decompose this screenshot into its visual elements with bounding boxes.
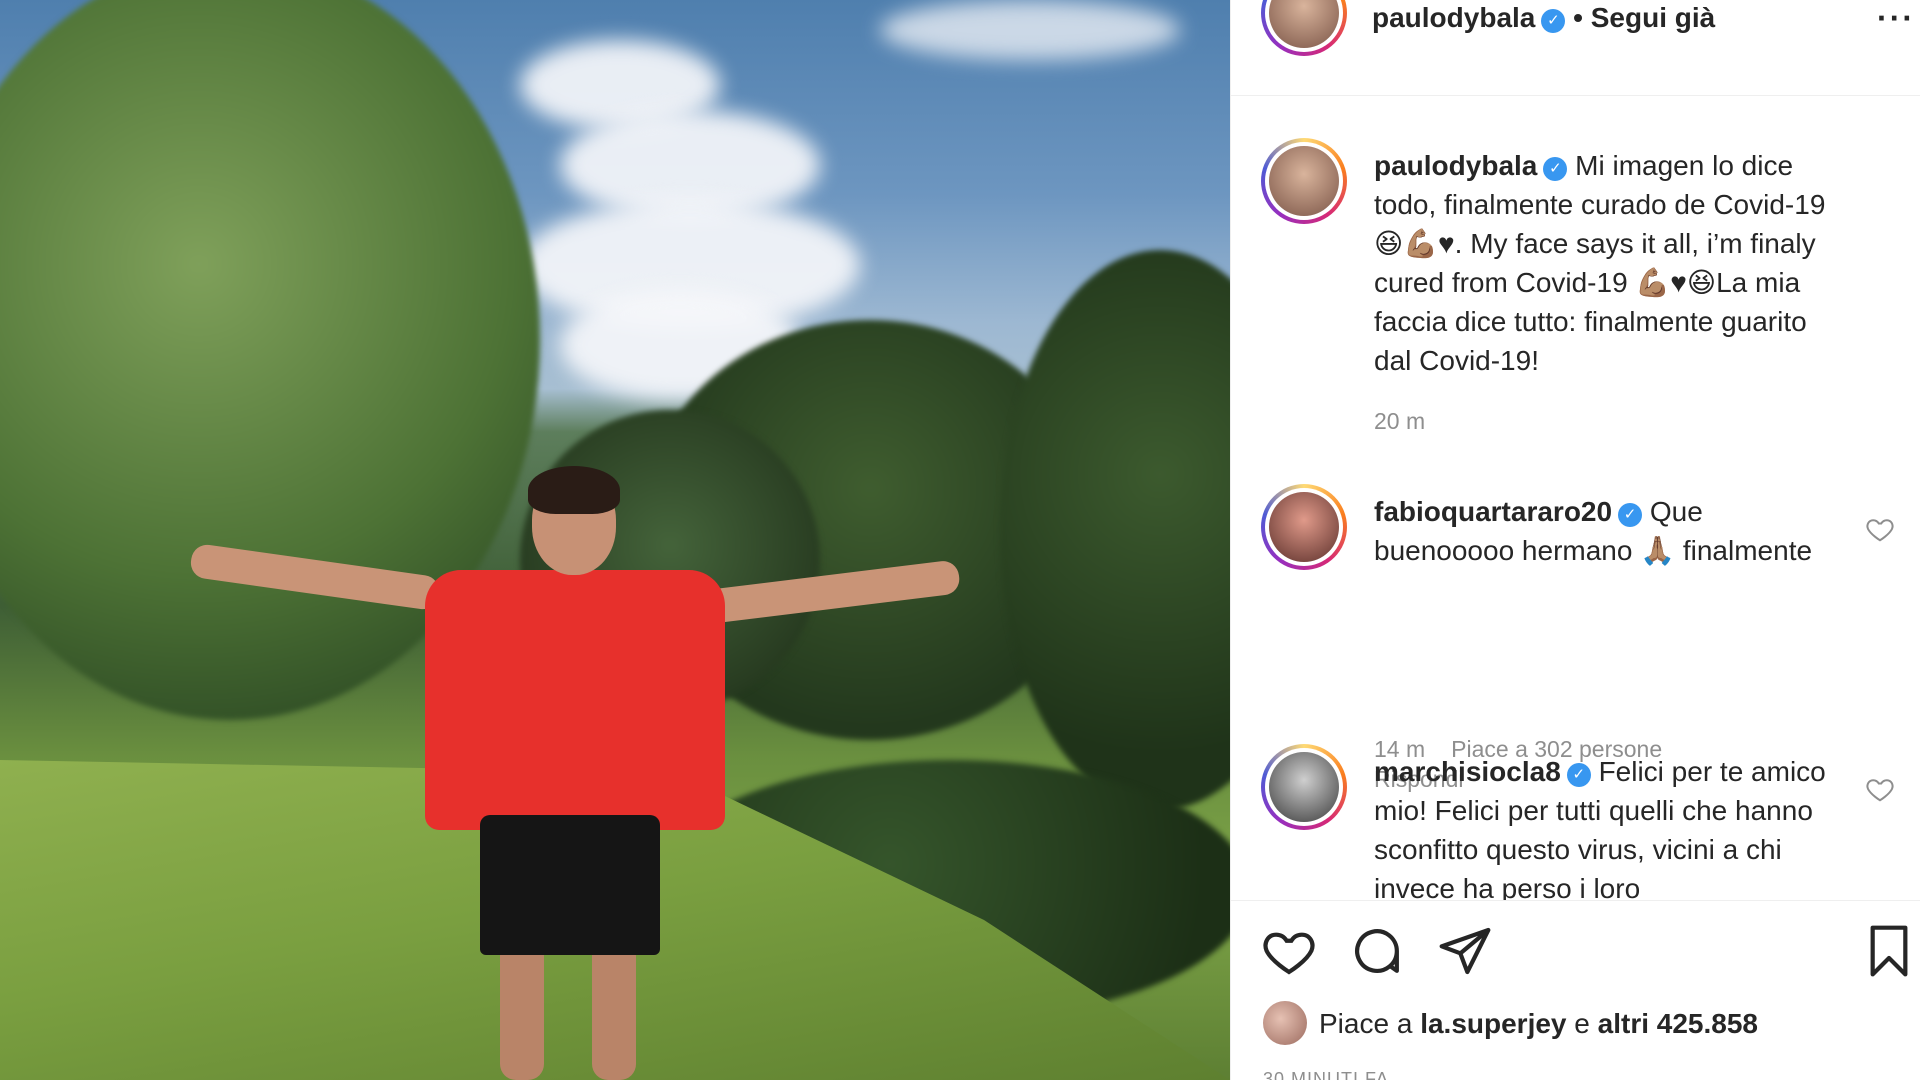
comment-body: marchisiocla8 ✓ Felici per te amico mio! … xyxy=(1374,752,1844,900)
person-shirt xyxy=(425,570,725,830)
liker-username[interactable]: la.superjey xyxy=(1420,1008,1566,1039)
comment-icon[interactable] xyxy=(1349,923,1405,979)
caption-time[interactable]: 20 m xyxy=(1374,408,1425,434)
author-avatar[interactable] xyxy=(1261,0,1347,56)
header-line: paulodybala ✓ • Segui già xyxy=(1372,2,1715,34)
commenter-avatar[interactable] xyxy=(1261,484,1347,570)
post-time-ago[interactable]: 30 MINUTI FA xyxy=(1263,1069,1389,1080)
person-hair xyxy=(528,466,620,514)
post-actions-bar: Piace a la.superjey e altri 425.858 30 M… xyxy=(1231,900,1920,1080)
comments-list[interactable]: paulodybala ✓ Mi imagen lo dice todo, fin… xyxy=(1231,96,1920,900)
caption-username[interactable]: paulodybala xyxy=(1374,150,1537,181)
paper-plane-icon[interactable] xyxy=(1437,923,1493,979)
post-header: paulodybala ✓ • Segui già ··· xyxy=(1231,0,1920,96)
commenter-avatar[interactable] xyxy=(1261,744,1347,830)
caption-meta: 20 m xyxy=(1374,406,1451,436)
person-left-leg xyxy=(500,940,544,1080)
caption-body: paulodybala ✓ Mi imagen lo dice todo, fin… xyxy=(1374,146,1844,380)
follow-state-button[interactable]: • Segui già xyxy=(1573,2,1715,33)
author-avatar[interactable] xyxy=(1261,138,1347,224)
verified-badge-icon: ✓ xyxy=(1566,763,1591,787)
comment-like-heart-icon[interactable] xyxy=(1865,514,1895,544)
author-username[interactable]: paulodybala xyxy=(1372,2,1535,33)
verified-badge-icon: ✓ xyxy=(1543,157,1568,181)
sky-cloud xyxy=(880,0,1180,60)
likes-summary[interactable]: Piace a la.superjey e altri 425.858 xyxy=(1263,1001,1758,1045)
likes-and: e xyxy=(1574,1008,1590,1039)
person-right-leg xyxy=(592,940,636,1080)
comment-body: fabioquartararo20 ✓ Que buenooooo hermano… xyxy=(1374,492,1844,570)
liker-avatar[interactable] xyxy=(1263,1001,1307,1045)
post-side-panel: paulodybala ✓ • Segui già ··· paulodybala… xyxy=(1230,0,1920,1080)
post-photo[interactable] xyxy=(0,0,1230,1080)
verified-badge-icon: ✓ xyxy=(1618,503,1643,527)
heart-icon[interactable] xyxy=(1261,923,1317,979)
likes-others[interactable]: altri 425.858 xyxy=(1598,1008,1758,1039)
more-options-icon[interactable]: ··· xyxy=(1877,0,1915,37)
likes-prefix: Piace a xyxy=(1319,1008,1413,1039)
comment-like-heart-icon[interactable] xyxy=(1865,774,1895,804)
caption-text: Mi imagen lo dice todo, finalmente curad… xyxy=(1374,150,1826,376)
tree-right xyxy=(1000,250,1230,810)
bookmark-icon[interactable] xyxy=(1861,923,1917,979)
person-shorts xyxy=(480,815,660,955)
comment-username[interactable]: fabioquartararo20 xyxy=(1374,496,1612,527)
comment-username[interactable]: marchisiocla8 xyxy=(1374,756,1561,787)
verified-badge-icon: ✓ xyxy=(1541,9,1566,33)
